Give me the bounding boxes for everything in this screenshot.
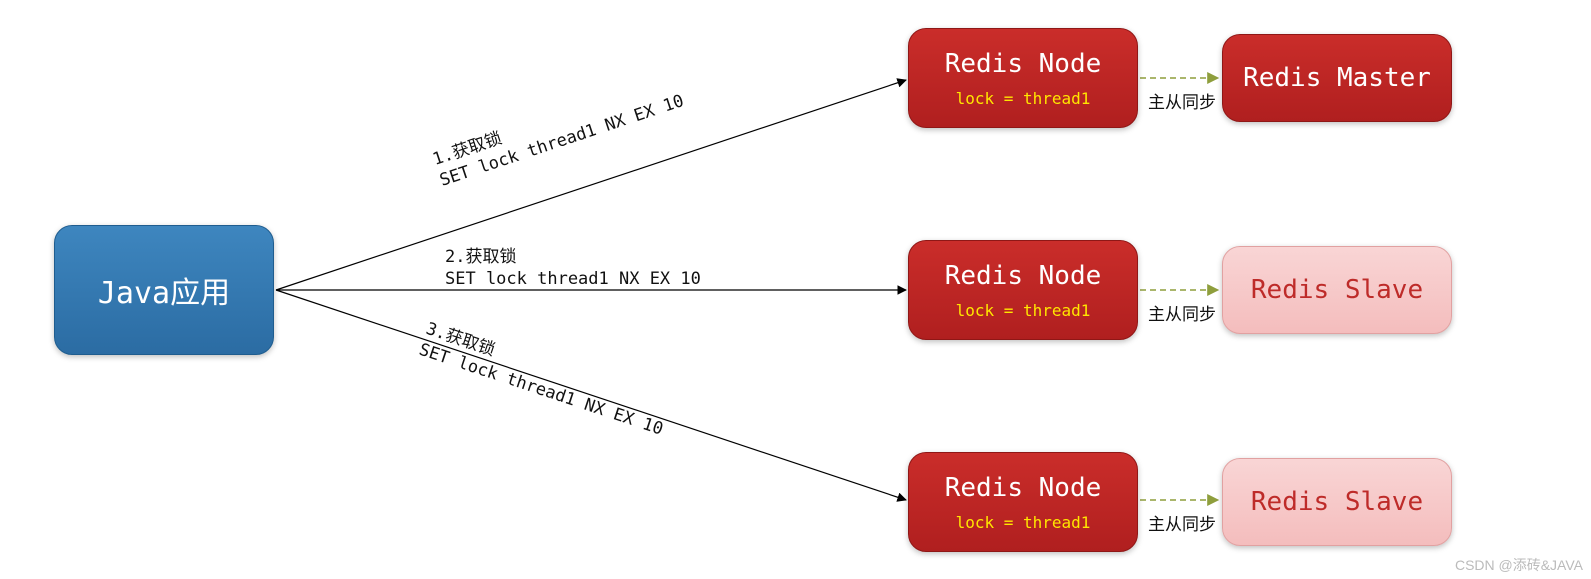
redis-slave-2-node: Redis Slave	[1222, 458, 1452, 546]
java-app-node: Java应用	[54, 225, 274, 355]
redis-node-3: Redis Node lock = thread1	[908, 452, 1138, 552]
redis-slave-2-label: Redis Slave	[1251, 487, 1423, 517]
sync-label-1: 主从同步	[1148, 88, 1216, 113]
arrow2-line2: SET lock thread1 NX EX 10	[445, 268, 701, 290]
redis-node-1: Redis Node lock = thread1	[908, 28, 1138, 128]
arrow2-labels: 2.获取锁 SET lock thread1 NX EX 10	[445, 246, 701, 290]
java-app-label: Java应用	[98, 268, 230, 312]
redis-node-1-lock: lock = thread1	[956, 89, 1091, 108]
redis-node-2: Redis Node lock = thread1	[908, 240, 1138, 340]
redis-node-3-lock: lock = thread1	[956, 513, 1091, 532]
watermark: CSDN @添砖&JAVA	[1455, 555, 1583, 575]
redis-slave-1-node: Redis Slave	[1222, 246, 1452, 334]
arrow2-line1: 2.获取锁	[445, 246, 701, 268]
arrow3-labels: 3.获取锁 SET lock thread1 NX EX 10	[416, 318, 673, 441]
redis-slave-1-label: Redis Slave	[1251, 275, 1423, 305]
redis-node-2-lock: lock = thread1	[956, 301, 1091, 320]
redis-node-1-title: Redis Node	[945, 49, 1102, 79]
arrow1-labels: 1.获取锁 SET lock thread1 NX EX 10	[430, 69, 687, 192]
redis-master-label: Redis Master	[1243, 63, 1431, 93]
redis-node-2-title: Redis Node	[945, 261, 1102, 291]
redis-node-3-title: Redis Node	[945, 473, 1102, 503]
redis-master-node: Redis Master	[1222, 34, 1452, 122]
sync-label-2: 主从同步	[1148, 300, 1216, 325]
sync-label-3: 主从同步	[1148, 510, 1216, 535]
